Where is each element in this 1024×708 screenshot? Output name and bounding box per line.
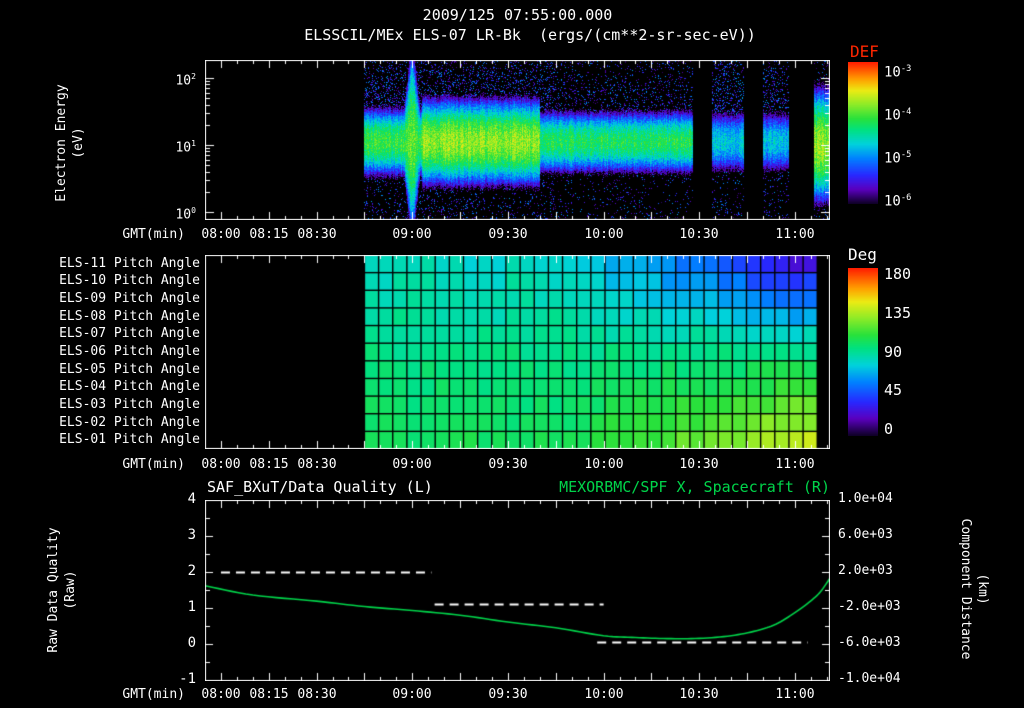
energy-ytick-label: 102 — [175, 72, 196, 89]
distance-tick-label: -6.0e+03 — [838, 635, 901, 650]
pitch-row-label: ELS-09 Pitch Angle — [59, 291, 200, 307]
distance-axis-label: (km) Component Distance — [954, 479, 994, 699]
distance-tick-label: 2.0e+03 — [838, 563, 893, 578]
gmt-axis-label: GMT(min) — [122, 687, 185, 702]
deg-tick-label: 45 — [884, 381, 903, 400]
deg-colorbar-label: Deg — [848, 245, 877, 264]
deg-tick-label: 0 — [884, 420, 894, 438]
time-tick-label: 09:00 — [392, 227, 432, 242]
time-tick-label: 10:30 — [679, 457, 719, 472]
bottom-title-left: SAF_BXuT/Data Quality (L) — [207, 478, 433, 496]
time-tick-label: 10:30 — [679, 227, 719, 242]
pitch-row-label: ELS-02 Pitch Angle — [59, 414, 200, 430]
energy-axis-label-line1: Electron Energy — [54, 84, 69, 202]
pitch-row-label: ELS-03 Pitch Angle — [59, 396, 200, 412]
quality-axis-label-line1: Raw Data Quality — [46, 527, 61, 653]
time-tick-label: 08:30 — [297, 687, 337, 702]
pitch-row-label: ELS-11 Pitch Angle — [59, 255, 200, 271]
time-tick-label: 09:00 — [392, 457, 432, 472]
time-tick-label: 09:30 — [488, 457, 528, 472]
quality-axis-label-line2: (Raw) — [63, 570, 78, 610]
def-tick-label: 10-5 — [884, 150, 912, 167]
energy-ytick-label: 100 — [175, 206, 196, 223]
energy-axis-label-line2: (eV) — [71, 127, 86, 159]
def-tick-label: 10-3 — [884, 64, 912, 81]
pitch-angle-canvas — [205, 255, 830, 449]
time-tick-label: 10:00 — [584, 687, 624, 702]
time-tick-label: 10:30 — [679, 687, 719, 702]
distance-axis-label-line1: Component Distance — [958, 518, 973, 660]
deg-tick-label: 135 — [884, 303, 912, 322]
gmt-axis-label: GMT(min) — [122, 227, 185, 242]
def-colorbar-canvas — [848, 62, 878, 204]
time-tick-label: 11:00 — [775, 457, 815, 472]
quality-tick-label: 1 — [187, 599, 196, 615]
deg-colorbar-canvas — [848, 268, 878, 436]
distance-tick-label: 1.0e+04 — [838, 491, 893, 506]
pitch-row-label: ELS-10 Pitch Angle — [59, 273, 200, 289]
energy-axis-label: Electron Energy (eV) — [50, 33, 90, 253]
quality-tick-label: 0 — [187, 635, 196, 651]
pitch-row-label: ELS-08 Pitch Angle — [59, 308, 200, 324]
time-tick-label: 08:30 — [297, 457, 337, 472]
quality-tick-label: 4 — [187, 491, 196, 507]
time-tick-label: 09:30 — [488, 227, 528, 242]
plot-subtitle: ELSSCIL/MEx ELS-07 LR-Bk (ergs/(cm**2-sr… — [304, 26, 756, 44]
energy-spectrogram-canvas — [205, 60, 830, 220]
pitch-row-label: ELS-05 Pitch Angle — [59, 361, 200, 377]
quality-tick-label: -1 — [179, 671, 196, 687]
time-tick-label: 10:00 — [584, 457, 624, 472]
page-title: 2009/125 07:55:00.000 — [422, 6, 613, 24]
time-tick-label: 09:30 — [488, 687, 528, 702]
plot-screen: 2009/125 07:55:00.000 ELSSCIL/MEx ELS-07… — [0, 0, 1024, 708]
deg-tick-label: 90 — [884, 342, 903, 361]
bottom-title-right: MEXORBMC/SPF X, Spacecraft (R) — [559, 478, 830, 496]
time-tick-label: 08:30 — [297, 227, 337, 242]
distance-axis-label-line2: (km) — [975, 573, 990, 605]
time-tick-label: 10:00 — [584, 227, 624, 242]
quality-axis-label: Raw Data Quality (Raw) — [42, 480, 82, 700]
quality-tick-label: 2 — [187, 563, 196, 579]
def-tick-label: 10-6 — [884, 193, 912, 210]
time-tick-label: 09:00 — [392, 687, 432, 702]
time-tick-label: 11:00 — [775, 687, 815, 702]
distance-tick-label: -2.0e+03 — [838, 599, 901, 614]
pitch-row-label: ELS-01 Pitch Angle — [59, 432, 200, 448]
def-colorbar-label: DEF — [850, 42, 879, 61]
time-tick-label: 11:00 — [775, 227, 815, 242]
energy-ytick-label: 101 — [175, 139, 196, 156]
def-tick-label: 10-4 — [884, 107, 912, 124]
pitch-row-label: ELS-06 Pitch Angle — [59, 344, 200, 359]
distance-tick-label: 6.0e+03 — [838, 527, 893, 542]
deg-tick-label: 180 — [884, 265, 912, 283]
quality-tick-label: 3 — [187, 527, 196, 543]
bottom-chart-canvas — [205, 500, 830, 681]
gmt-axis-label: GMT(min) — [122, 457, 185, 472]
pitch-row-label: ELS-07 Pitch Angle — [59, 326, 200, 342]
pitch-row-label: ELS-04 Pitch Angle — [59, 379, 200, 395]
distance-tick-label: -1.0e+04 — [838, 671, 901, 686]
